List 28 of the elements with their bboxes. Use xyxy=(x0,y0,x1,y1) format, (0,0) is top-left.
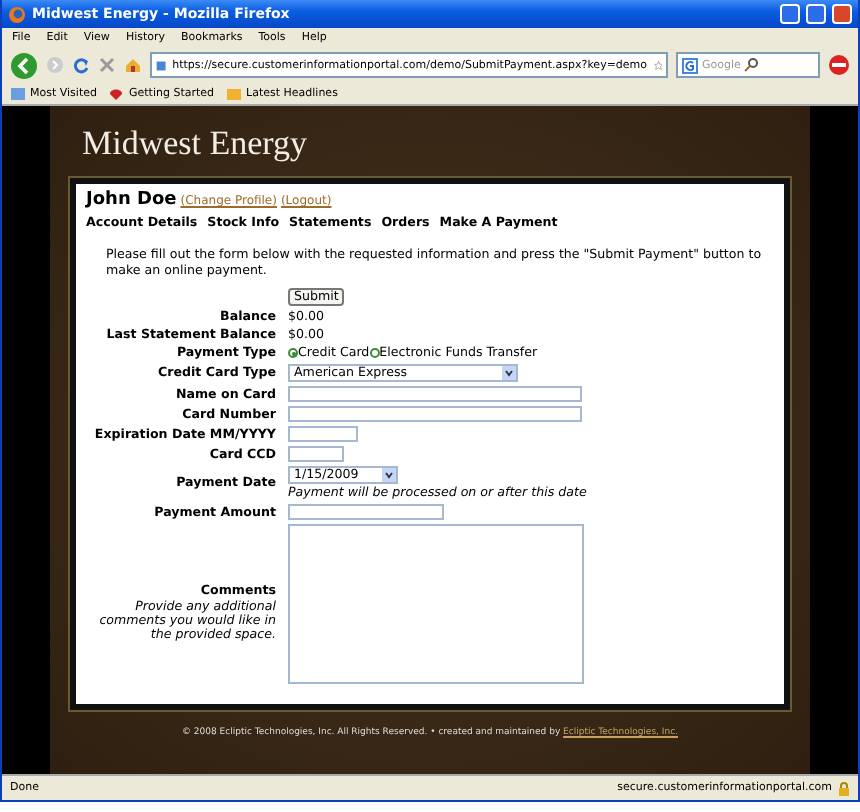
bookmark-folder-icon xyxy=(10,85,26,101)
input-field[interactable] xyxy=(288,504,444,521)
input-field[interactable] xyxy=(288,446,344,463)
star-icon[interactable] xyxy=(653,58,662,72)
minimize-button[interactable] xyxy=(780,4,800,24)
pin-icon xyxy=(108,85,125,101)
home-icon[interactable] xyxy=(124,56,142,74)
maximize-button[interactable] xyxy=(806,4,826,24)
dropdown-arrow-icon xyxy=(502,366,516,381)
user-name: John Doe xyxy=(86,190,177,210)
page-icon xyxy=(156,57,167,73)
reload-icon[interactable] xyxy=(72,56,90,74)
dropdown-arrow-icon xyxy=(382,468,396,483)
firefox-icon xyxy=(8,5,26,23)
close-button[interactable] xyxy=(832,4,852,24)
stop-sign-icon[interactable] xyxy=(828,54,850,76)
search-icon[interactable] xyxy=(744,58,759,72)
radio-button[interactable] xyxy=(288,348,298,359)
radio-button[interactable] xyxy=(369,348,380,359)
stop-icon[interactable] xyxy=(98,56,116,74)
site-title: Midwest Energy xyxy=(80,122,310,166)
comments-field[interactable] xyxy=(288,524,584,685)
input-field[interactable] xyxy=(288,406,582,423)
google-icon xyxy=(682,57,698,73)
input-field[interactable] xyxy=(288,426,358,443)
feed-folder-icon xyxy=(226,85,243,101)
padlock-icon xyxy=(838,781,850,795)
input-field[interactable] xyxy=(288,386,582,403)
